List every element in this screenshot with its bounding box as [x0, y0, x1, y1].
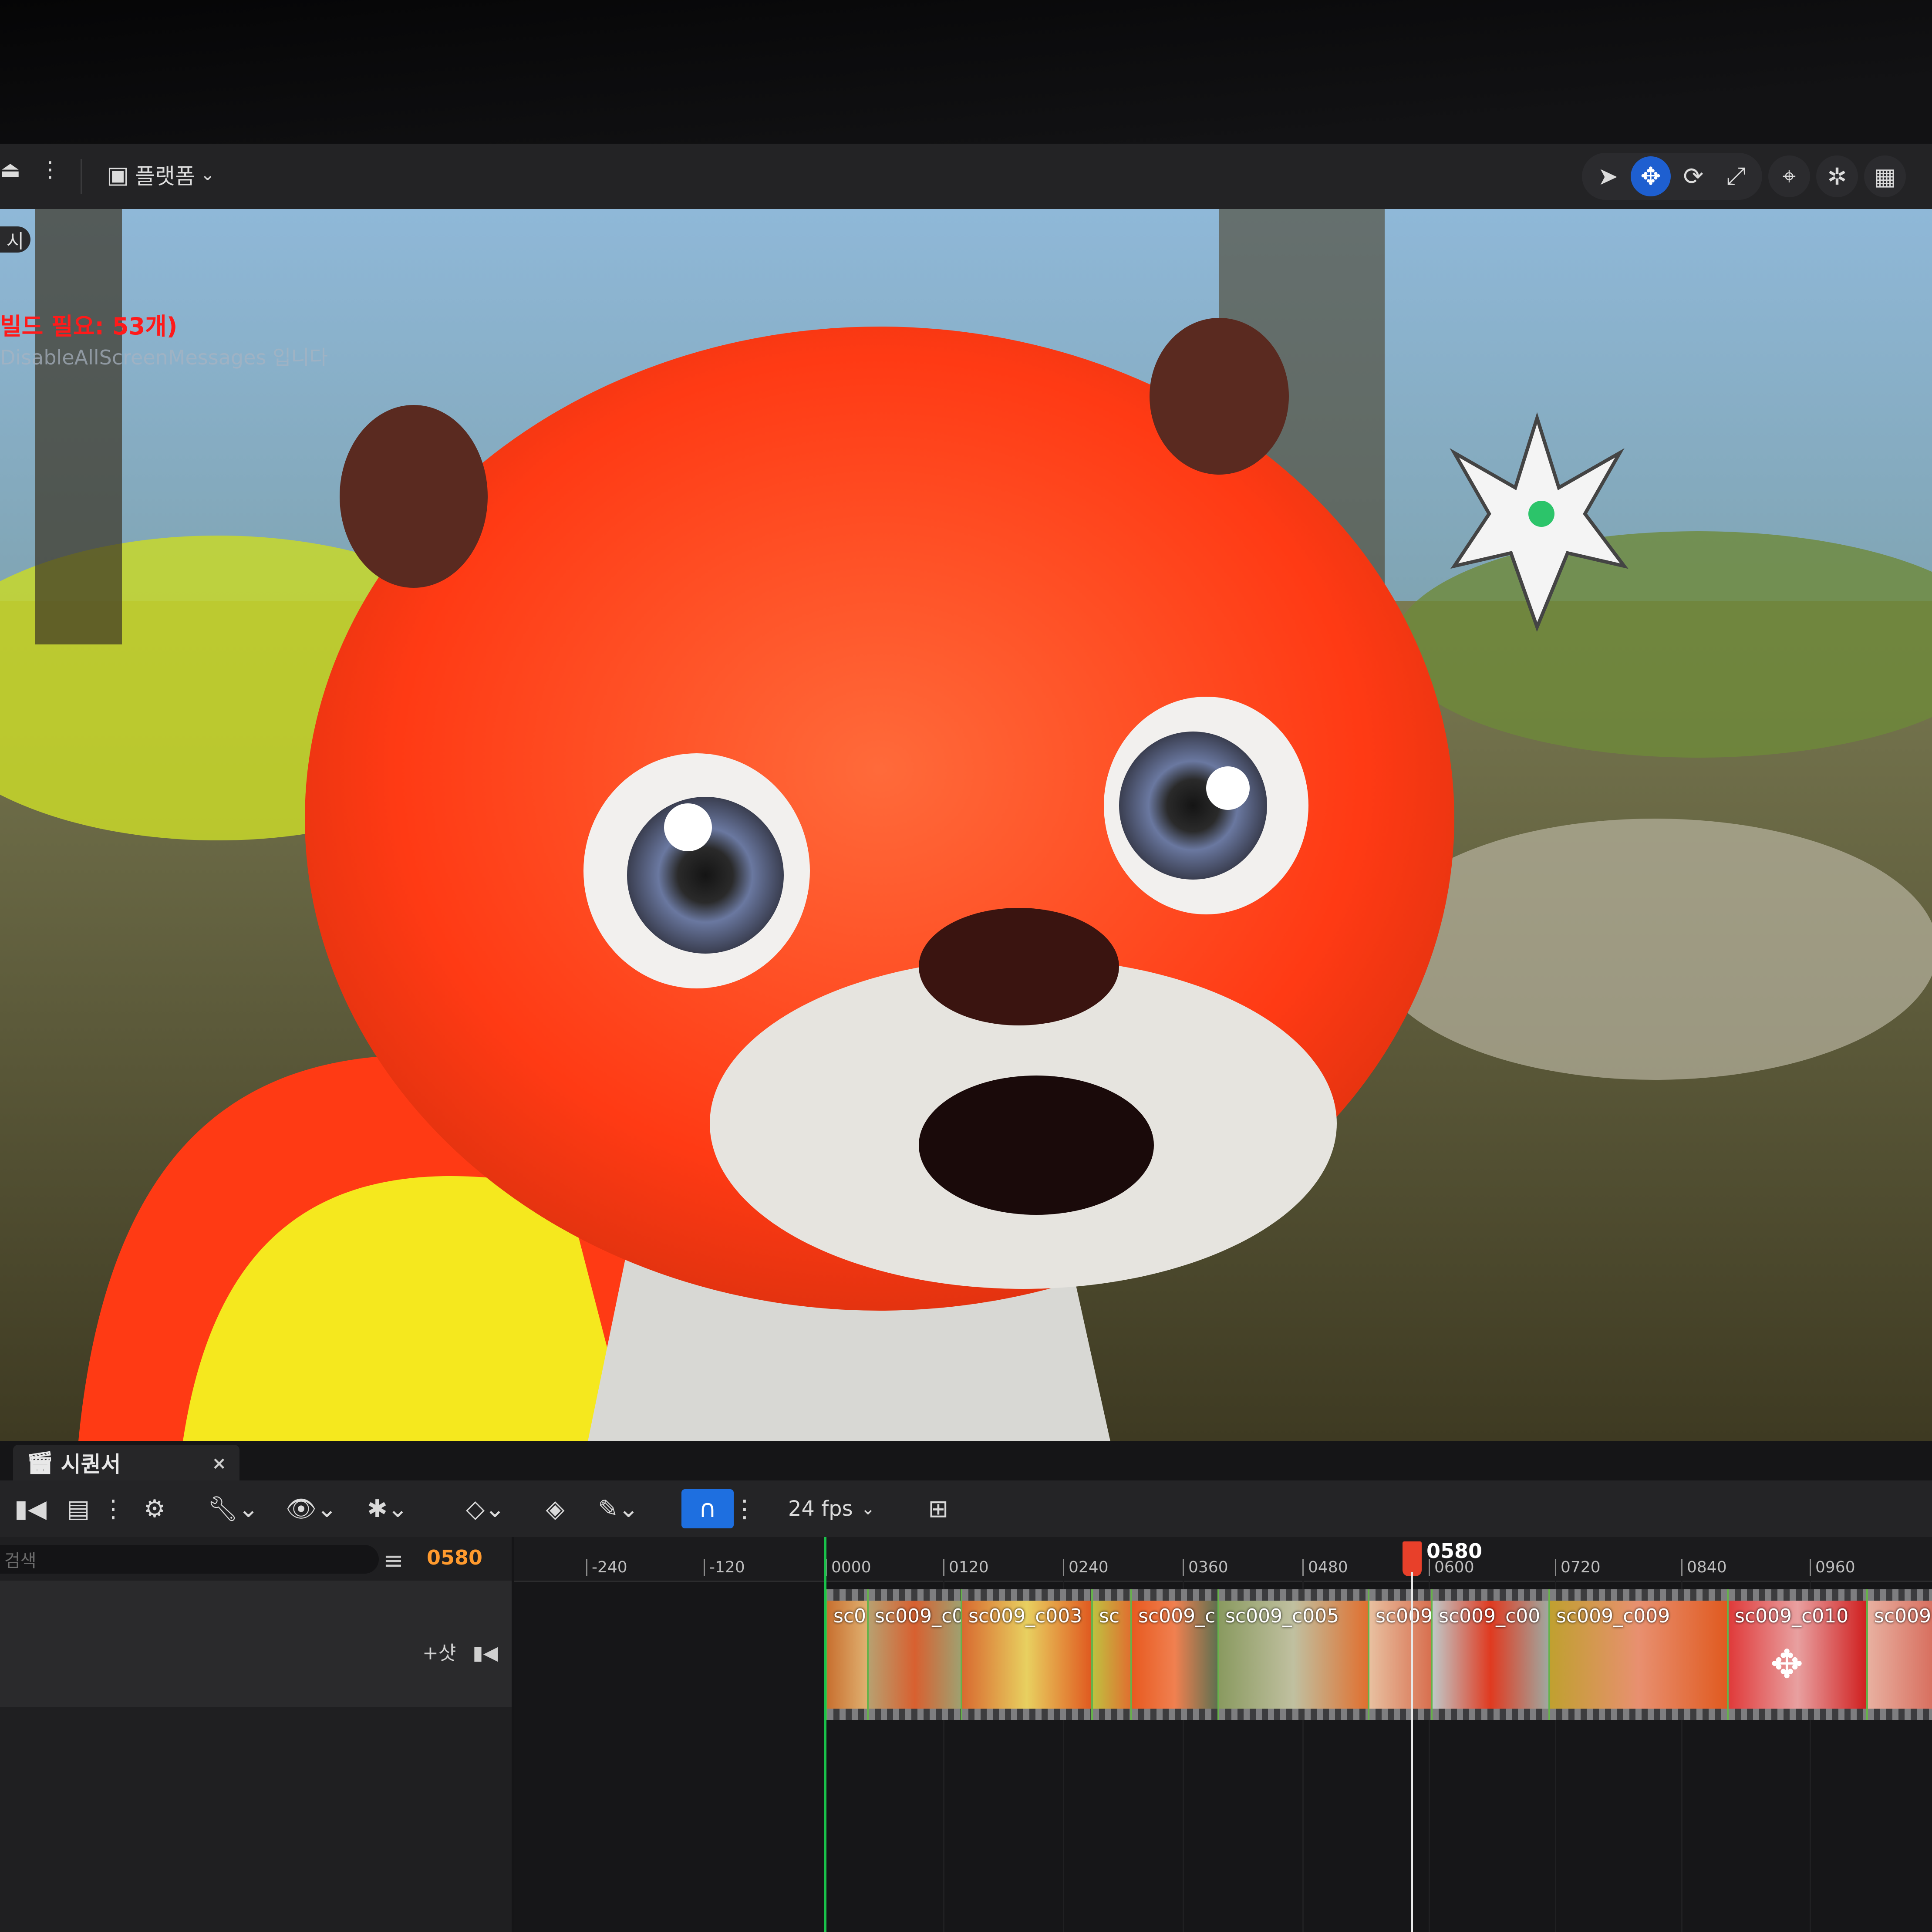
shot-clip[interactable]: sc009 — [1368, 1589, 1431, 1720]
shot-clip[interactable]: sc009_c0 — [867, 1589, 961, 1720]
shot-clip[interactable]: sc009_c00 — [1431, 1589, 1548, 1720]
ruler-tick: 0240 — [1063, 1559, 1109, 1576]
platform-menu-button[interactable]: ▣ 플랫폼 ⌄ — [107, 159, 215, 190]
shot-clip[interactable]: sc009_c — [1130, 1589, 1217, 1720]
camera-icon: ▮◀ — [472, 1642, 498, 1664]
ruler-tick: 0840 — [1681, 1559, 1727, 1576]
ruler-tick: 0480 — [1302, 1559, 1348, 1576]
chevron-down-icon: ⌄ — [860, 1499, 876, 1519]
grid-icon[interactable]: ⊞ — [919, 1489, 958, 1528]
move-cursor-icon: ✥ — [1770, 1642, 1804, 1687]
sequencer-icon: 🎬︎ — [26, 1450, 54, 1475]
ruler-tick: -240 — [586, 1559, 627, 1576]
move-tool-icon[interactable]: ✥ — [1631, 156, 1671, 196]
screen-message-info: DisableAllScreenMessages 입니다 — [0, 346, 328, 369]
add-shot-label: +샷 — [422, 1642, 456, 1664]
grid-icon[interactable]: ▦ — [1864, 155, 1906, 197]
chevron-down-icon: ⌄ — [200, 165, 215, 185]
shot-clip[interactable]: sc — [1091, 1589, 1130, 1720]
shot-track[interactable]: sc0 sc009_c0 sc009_c003 sc sc009_c sc009… — [826, 1589, 1932, 1720]
level-viewport[interactable]: 시 빌드 필요: 53개) DisableAllScreenMessages 입… — [0, 209, 1932, 1441]
time-ruler[interactable]: -240 -120 0000 0120 0240 0360 0480 0600 … — [514, 1537, 1932, 1582]
ruler-tick: 0720 — [1555, 1559, 1601, 1576]
unreal-editor-window: ⏏ ⋮ ▣ 플랫폼 ⌄ 시 빌드 필요: 53개) DisableAllScre… — [0, 144, 1932, 1932]
ruler-tick: 0960 — [1810, 1559, 1855, 1576]
scale-tool-icon[interactable]: ⤢ — [1716, 156, 1756, 196]
ruler-tick: 0000 — [826, 1559, 871, 1576]
playhead-line — [1411, 1572, 1413, 1932]
shot-clip[interactable]: sc0 — [826, 1589, 867, 1720]
rotate-tool-icon[interactable]: ⟳ — [1673, 156, 1713, 196]
ruler-tick: 0120 — [943, 1559, 989, 1576]
shot-clip[interactable]: sc009_c009 — [1548, 1589, 1727, 1720]
fps-dropdown[interactable]: 24 fps ⌄ — [784, 1489, 880, 1528]
playback-start-marker[interactable] — [824, 1537, 826, 1932]
camera-speed-icon[interactable]: ✲ — [1816, 155, 1858, 197]
wrench-menu-icon[interactable]: 🔧︎⌄ — [205, 1489, 261, 1528]
sequencer-tab-label: 시퀀서 — [61, 1452, 121, 1477]
ruler-tick: 0360 — [1183, 1559, 1228, 1576]
playhead-frame-label: 0580 — [1426, 1539, 1483, 1563]
sequencer-panel: 🎬︎ 시퀀서 × ▮◀ ▤ ⋮ ⚙ 🔧︎⌄ 👁︎⌄ ✱⌄ ◇⌄ ◈ ✎⌄ ∩ ⋮… — [0, 1441, 1932, 1932]
select-tool-icon[interactable]: ➤ — [1588, 156, 1628, 196]
viewport-transform-toolbar: ➤ ✥ ⟳ ⤢ ⌖ ✲ ▦ — [1582, 152, 1906, 200]
platform-label: 플랫폼 — [135, 164, 196, 189]
more-options-icon[interactable]: ⋮ — [39, 157, 61, 182]
playhead-handle[interactable] — [1403, 1541, 1422, 1576]
sequencer-tab[interactable]: 🎬︎ 시퀀서 × — [13, 1445, 239, 1480]
surface-snap-icon[interactable]: ⌖ — [1768, 155, 1810, 197]
render-movie-icon[interactable]: ⚙ — [135, 1489, 174, 1528]
ruler-tick: -120 — [704, 1559, 745, 1576]
viewport-render — [0, 209, 1932, 1441]
more-options-icon[interactable]: ⋮ — [101, 1489, 125, 1528]
shot-clip[interactable]: sc009 — [1866, 1589, 1932, 1720]
sequencer-tab-bar: 🎬︎ 시퀀서 × — [0, 1441, 1932, 1480]
screen-message-warning: 빌드 필요: 53개) — [0, 313, 178, 340]
view-options-icon[interactable]: 👁︎⌄ — [283, 1489, 340, 1528]
sequencer-outliner: 검색 ≡ 0580 +샷 ▮◀ — [0, 1537, 514, 1932]
curve-editor-icon[interactable]: ✎⌄ — [588, 1489, 649, 1528]
snap-magnet-icon[interactable]: ∩ — [681, 1489, 734, 1528]
playback-options-icon[interactable]: ✱⌄ — [357, 1489, 418, 1528]
key-options-icon[interactable]: ◇⌄ — [457, 1489, 514, 1528]
close-icon[interactable]: × — [212, 1453, 226, 1473]
shot-track-row[interactable]: +샷 ▮◀ — [0, 1581, 512, 1707]
clapper-icon[interactable]: ▤ — [61, 1489, 96, 1528]
shot-clip[interactable]: sc009_c005 — [1217, 1589, 1368, 1720]
add-key-icon[interactable]: ◈ — [536, 1489, 575, 1528]
current-frame-readout[interactable]: 0580 — [427, 1546, 482, 1569]
transform-tool-group: ➤ ✥ ⟳ ⤢ — [1582, 153, 1762, 200]
add-shot-button[interactable]: +샷 ▮◀ — [422, 1637, 498, 1665]
filter-icon[interactable]: ≡ — [383, 1547, 404, 1575]
sequencer-toolbar: ▮◀ ▤ ⋮ ⚙ 🔧︎⌄ 👁︎⌄ ✱⌄ ◇⌄ ◈ ✎⌄ ∩ ⋮ 24 fps ⌄… — [0, 1480, 1932, 1537]
sequencer-timeline[interactable]: -240 -120 0000 0120 0240 0360 0480 0600 … — [514, 1537, 1932, 1932]
eject-icon[interactable]: ⏏ — [0, 157, 20, 182]
shot-clip[interactable]: sc009_c003 — [961, 1589, 1091, 1720]
snap-options-icon[interactable]: ⋮ — [732, 1489, 757, 1528]
viewport-side-tab[interactable]: 시 — [0, 226, 30, 253]
platform-icon: ▣ — [107, 161, 129, 189]
camera-cut-icon[interactable]: ▮◀ — [13, 1489, 48, 1528]
fps-label: 24 fps — [788, 1497, 853, 1521]
search-input[interactable]: 검색 — [0, 1545, 379, 1574]
